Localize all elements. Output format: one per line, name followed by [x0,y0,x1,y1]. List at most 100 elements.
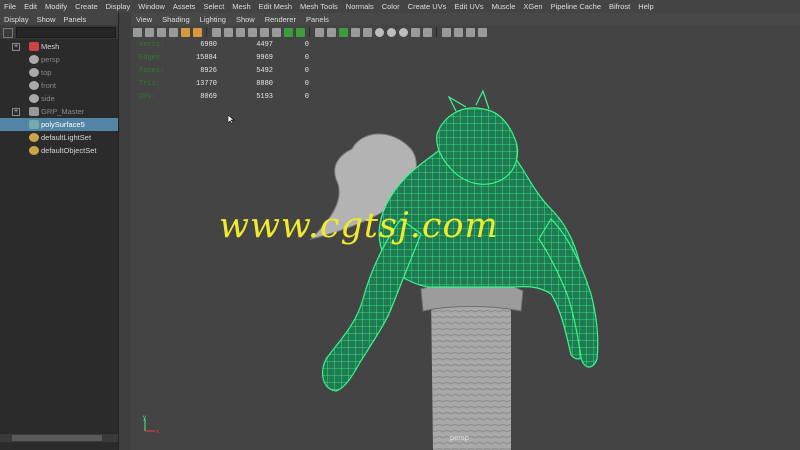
viewport-panel[interactable]: View Shading Lighting Show Renderer Pane… [131,13,800,450]
viewport-menu-panels[interactable]: Panels [301,15,334,24]
outliner-search-bar [0,25,118,39]
axis-y-label: y [143,415,146,421]
wireframe-icon[interactable] [314,27,324,37]
anti-aliasing-icon[interactable] [410,27,420,37]
menu-normals[interactable]: Normals [342,0,378,13]
backface-culling-icon[interactable] [477,27,487,37]
use-lights-icon[interactable] [362,27,372,37]
select-camera-icon[interactable] [132,27,142,37]
menu-help[interactable]: Help [634,0,657,13]
textured-icon[interactable] [350,27,360,37]
hud-value: 0 [304,41,309,49]
outliner-item-defaultlightset[interactable]: defaultLightSet [0,131,118,144]
menu-modify[interactable]: Modify [41,0,71,13]
outliner-item-label: polySurface5 [41,120,85,129]
outliner-menu-panels[interactable]: Panels [59,15,90,24]
hud-value: 8926 [200,67,217,75]
menu-muscle[interactable]: Muscle [488,0,520,13]
gate-mask-icon[interactable] [247,27,257,37]
menu-window[interactable]: Window [134,0,169,13]
outliner-item-grp-master[interactable]: + GRP_Master [0,105,118,118]
outliner-item-defaultobjectset[interactable]: defaultObjectSet [0,144,118,157]
menu-create-uvs[interactable]: Create UVs [404,0,451,13]
viewport-menu-view[interactable]: View [131,15,157,24]
panel-divider[interactable] [118,13,131,450]
menu-edit[interactable]: Edit [20,0,41,13]
hud-value: 4497 [256,41,273,49]
viewport-menu-lighting[interactable]: Lighting [195,15,231,24]
outliner-item-top[interactable]: top [0,66,118,79]
outliner-item-label: front [41,81,57,90]
wireframe-on-shaded-icon[interactable] [338,27,348,37]
menu-create[interactable]: Create [71,0,102,13]
camera-icon [29,55,39,64]
film-gate-icon[interactable] [223,27,233,37]
hud-value: 15884 [195,54,217,62]
bookmark-icon[interactable] [156,27,166,37]
isolate-select-icon[interactable] [441,27,451,37]
outliner-horizontal-scrollbar[interactable] [0,434,118,442]
hud-value: 5193 [256,93,273,101]
outliner-item-mesh[interactable]: + Mesh [0,40,118,53]
menu-color[interactable]: Color [378,0,404,13]
camera-name-label: persp [450,433,469,442]
menu-select[interactable]: Select [199,0,228,13]
motion-blur-icon[interactable] [398,27,408,37]
mesh-icon [29,42,39,51]
two-d-pan-icon[interactable] [180,27,190,37]
viewport-menu-show[interactable]: Show [231,15,260,24]
expand-icon[interactable]: + [12,108,20,116]
menu-bifrost[interactable]: Bifrost [605,0,634,13]
hud-value: 6980 [200,41,217,49]
shadows-icon[interactable] [374,27,384,37]
outliner-menubar: Display Show Panels [0,13,118,25]
depth-of-field-icon[interactable] [422,27,432,37]
menu-file[interactable]: File [0,0,20,13]
xray-icon[interactable] [453,27,463,37]
menu-assets[interactable]: Assets [169,0,200,13]
menu-display[interactable]: Display [102,0,135,13]
expand-icon[interactable]: + [12,43,20,51]
resolution-gate-icon[interactable] [235,27,245,37]
menu-mesh[interactable]: Mesh [228,0,254,13]
outliner-item-side[interactable]: side [0,92,118,105]
outliner-menu-display[interactable]: Display [0,15,33,24]
outliner-search-input[interactable] [16,27,116,38]
menu-xgen[interactable]: XGen [519,0,546,13]
field-chart-icon[interactable] [259,27,269,37]
camera-attributes-icon[interactable] [144,27,154,37]
toolbar-separator [206,27,207,37]
scrollbar-thumb[interactable] [12,435,102,441]
text-icon[interactable] [295,27,305,37]
grease-pencil-icon[interactable] [192,27,202,37]
hud-label: UVs: [139,93,156,101]
outliner-item-label: Mesh [41,42,60,51]
viewport-menu-renderer[interactable]: Renderer [260,15,301,24]
image-plane-icon[interactable] [168,27,178,37]
grid-icon[interactable] [211,27,221,37]
outliner-menu-show[interactable]: Show [33,15,60,24]
menu-pipeline-cache[interactable]: Pipeline Cache [547,0,605,13]
hud-row-tris: Tris: 13770 8880 0 [139,78,309,91]
safe-action-icon[interactable] [271,27,281,37]
filter-icon[interactable] [3,28,13,38]
ambient-occlusion-icon[interactable] [386,27,396,37]
hud-label: Verts: [139,41,165,49]
camera-icon [29,68,39,77]
menu-edit-mesh[interactable]: Edit Mesh [255,0,296,13]
menu-edit-uvs[interactable]: Edit UVs [450,0,487,13]
hud-value: 8069 [200,93,217,101]
outliner-item-polysurface5[interactable]: polySurface5 [0,118,118,131]
hud-value: 0 [304,54,309,62]
hud-value: 13770 [195,80,217,88]
xray-joints-icon[interactable] [465,27,475,37]
hud-row-verts: Verts: 6980 4497 0 [139,39,309,52]
smooth-shade-icon[interactable] [326,27,336,37]
safe-title-icon[interactable] [283,27,293,37]
outliner-item-persp[interactable]: persp [0,53,118,66]
outliner-item-front[interactable]: front [0,79,118,92]
menu-mesh-tools[interactable]: Mesh Tools [296,0,342,13]
hud-row-faces: Faces: 8926 5492 0 [139,65,309,78]
viewport-toolbar [131,25,800,39]
viewport-menu-shading[interactable]: Shading [157,15,195,24]
